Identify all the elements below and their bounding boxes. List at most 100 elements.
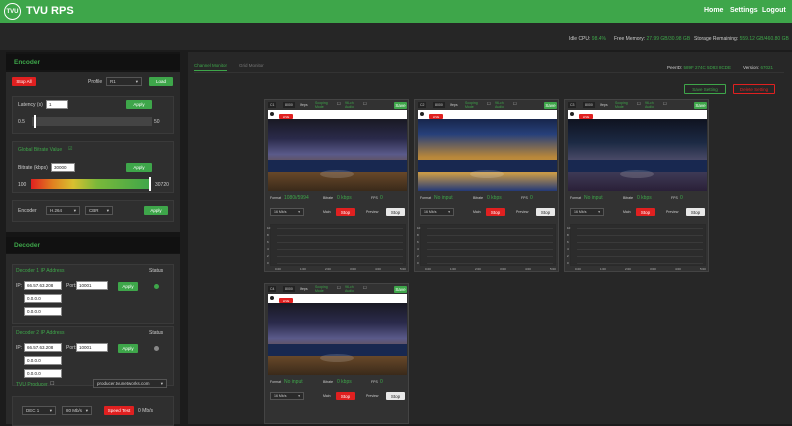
tab-channel-monitor[interactable]: Channel Monitor [194,63,228,71]
bitrate-slider-handle[interactable] [148,177,151,191]
decoder1-apply-button[interactable]: Apply [118,282,138,291]
checkbox-icon[interactable]: ☐ [50,381,54,387]
fps-label: FPS [671,196,678,200]
chart-y-tick: 6 [417,240,419,244]
nav-logout[interactable]: Logout [762,7,786,14]
latency-input[interactable]: 1 [46,100,68,109]
chart-gridline [577,249,703,250]
preview-label: Preview [516,210,529,214]
decoder1-ip3-input[interactable]: 0.0.0.0 [24,307,62,316]
decoder1-ip2-input[interactable]: 0.0.0.0 [24,294,62,303]
channel-id: C4 [268,286,277,292]
scoping-mode-label: Scoping Mode [315,101,328,109]
encoder-apply-button[interactable]: Apply [144,206,168,215]
channel-card-c3: C3 8000 Ifeps Scoping Mode ☐ 96-ch Audio ☐ Save… [564,99,709,272]
delete-setting-button[interactable]: Delete Setting [733,84,775,94]
main-stop-button[interactable]: Stop [336,392,355,400]
bitrate-apply-button[interactable]: Apply [126,163,152,172]
profile-label: Profile [88,79,103,85]
checkbox-icon[interactable]: ☐ [337,101,341,106]
main-stop-button[interactable]: Stop [336,208,355,216]
profile-select[interactable]: R1 ▾ [106,77,142,86]
save-button[interactable]: Save [394,102,407,109]
tvu-producer-label: TVU Producer [16,382,48,388]
save-button[interactable]: Save [694,102,707,109]
channel-id: C2 [418,102,427,108]
chart-y-tick: 10 [567,226,571,230]
checkbox-checked-icon[interactable]: ☑ [68,146,72,152]
main-stop-button[interactable]: Stop [636,208,655,216]
save-button[interactable]: Save [544,102,557,109]
nav-home[interactable]: Home [704,7,723,14]
channel-rate-select[interactable]: 16 Mb/s ▾ [420,208,454,216]
preview-stop-button[interactable]: Stop [386,392,405,400]
chart-y-tick: 0 [417,261,419,265]
rate-mode-select[interactable]: CBR ▾ [85,206,113,215]
format-value: No input [284,379,303,385]
chart-gridline [277,263,403,264]
checkbox-icon[interactable]: ☐ [513,101,517,106]
fps-value: 0 [380,379,383,385]
chart-gridline [277,235,403,236]
checkbox-icon[interactable]: ☐ [637,101,641,106]
decoder-section: Decoder 1 IP Address Status IP: 66.57.63… [6,254,180,426]
decoder2-status-label: Status [149,330,164,336]
bitrate-input[interactable]: 30000 [51,163,75,172]
checkbox-icon[interactable]: ☐ [337,285,341,290]
channel-res-label: Ifeps [300,103,308,107]
video-preview [268,110,407,191]
producer-host-select[interactable]: producer.tvunetworks.com ▾ [93,379,167,388]
speed-rate-select[interactable]: 80 Mb/s ▾ [62,406,92,415]
speed-test-button[interactable]: Speed Test [104,406,134,415]
checkbox-icon[interactable]: ☐ [363,285,367,290]
decoder2-apply-button[interactable]: Apply [118,344,138,353]
chart-gridline [577,228,703,229]
decoder2-ip2-input[interactable]: 0.0.0.0 [24,356,62,365]
tab-divider [194,72,784,73]
nav-settings[interactable]: Settings [730,7,758,14]
decoder1-ip-input[interactable]: 66.57.63.208 [24,281,62,290]
format-label: Format [570,196,582,200]
latency-slider-handle[interactable] [34,115,37,128]
chart-x-tick: 3:00 [350,267,356,271]
stop-all-button[interactable]: Stop All [12,77,36,86]
bitrate-slider-track[interactable] [31,179,151,189]
channel-rate-select[interactable]: 16 Mb/s ▾ [570,208,604,216]
checkbox-icon[interactable]: ☐ [363,101,367,106]
channel-fps-badge: 8000 [583,102,595,108]
tab-grid-monitor[interactable]: Grid Monitor [239,63,264,68]
format-label: Format [420,196,432,200]
chart-y-tick: 10 [267,226,271,230]
save-setting-button[interactable]: Save Setting [684,84,726,94]
port-label: Port: [66,283,77,289]
preview-stop-button[interactable]: Stop [386,208,405,216]
decoder-select[interactable]: DEC 1 ▾ [22,406,56,415]
channel-rate-select[interactable]: 16 Mb/s ▾ [270,208,304,216]
decoder2-port-input[interactable]: 10001 [76,343,108,352]
channel-rate-select[interactable]: 16 Mb/s ▾ [270,392,304,400]
chart-x-tick: 1:00 [600,267,606,271]
decoder2-ip-input[interactable]: 66.57.63.208 [24,343,62,352]
checkbox-icon[interactable]: ☐ [487,101,491,106]
load-button[interactable]: Load [149,77,173,86]
bitrate-min: 100 [18,182,27,188]
preview-label: Preview [366,210,379,214]
ip-label-2: IP: [16,345,23,351]
decoder1-port-input[interactable]: 10001 [76,281,108,290]
latency-apply-button[interactable]: Apply [126,100,152,109]
chart-x-tick: 3:00 [650,267,656,271]
checkbox-icon[interactable]: ☐ [663,101,667,106]
bitrate-label: Bitrate (kbps) [18,165,48,171]
decoder2-ip3-input[interactable]: 0.0.0.0 [24,369,62,378]
chart-y-tick: 2 [267,254,269,258]
preview-stop-button[interactable]: Stop [686,208,705,216]
save-button[interactable]: Save [394,286,407,293]
chart-x-tick: 4:00 [375,267,381,271]
latency-slider-track[interactable] [32,117,152,126]
preview-stop-button[interactable]: Stop [536,208,555,216]
codec-select[interactable]: H.264 ▾ [46,206,80,215]
main-stop-button[interactable]: Stop [486,208,505,216]
chart-x-tick: 0.00 [275,267,281,271]
chart-gridline [577,263,703,264]
channel-res-label: Ifeps [600,103,608,107]
